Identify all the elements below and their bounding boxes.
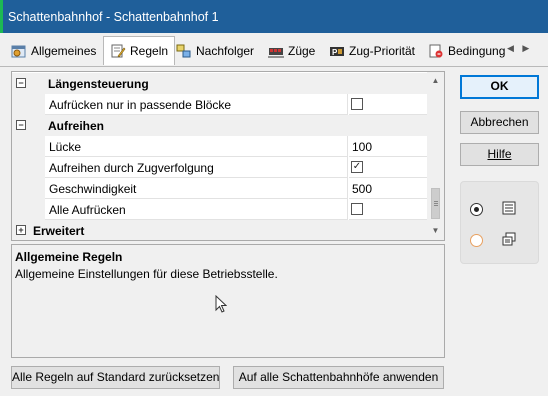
help-button[interactable]: Hilfe (460, 143, 539, 166)
property-value[interactable] (349, 94, 427, 115)
gear-window-icon (11, 44, 27, 58)
property-row[interactable]: Geschwindigkeit 500 (12, 178, 427, 199)
title-bar[interactable]: Schattenbahnhof - Schattenbahnhof 1 (0, 0, 548, 33)
property-grid[interactable]: − Längensteuerung Aufrücken nur in passe… (11, 71, 445, 241)
dialog-body: Allgemeines Regeln Nachfolger Züge P Zug… (0, 33, 548, 396)
category-laengensteuerung[interactable]: − Längensteuerung (12, 73, 427, 94)
successor-icon (176, 44, 192, 58)
property-value[interactable] (349, 199, 427, 220)
property-value[interactable]: 100 (349, 136, 427, 157)
tab-label: Bedingung (448, 44, 506, 58)
row-gutter (12, 94, 45, 115)
tab-label: Regeln (130, 44, 169, 58)
tab-bedingung[interactable]: Bedingung (428, 39, 505, 63)
mouse-cursor-icon (215, 295, 227, 313)
tab-zug-prioritaet[interactable]: P Zug-Priorität (329, 39, 415, 63)
tab-scroll-arrows[interactable]: ◀ ▶ (507, 43, 532, 54)
reset-rules-button[interactable]: Alle Regeln auf Standard zurücksetzen (11, 366, 220, 389)
apply-all-button[interactable]: Auf alle Schattenbahnhöfe anwenden (233, 366, 444, 389)
tab-divider (0, 66, 548, 67)
category-label: Längensteuerung (48, 77, 149, 91)
property-name: Aufreihen durch Zugverfolgung (45, 157, 348, 178)
tab-label: Nachfolger (196, 44, 255, 58)
property-row[interactable]: Alle Aufrücken (12, 199, 427, 220)
property-value[interactable]: ✓ (349, 157, 427, 178)
svg-text:P: P (332, 48, 338, 57)
property-name: Lücke (45, 136, 348, 157)
property-name: Aufrücken nur in passende Blöcke (45, 94, 348, 115)
tab-strip: Allgemeines Regeln Nachfolger Züge P Zug… (0, 36, 548, 67)
radio-list-view[interactable] (470, 203, 483, 216)
row-gutter (12, 199, 45, 220)
property-name: Alle Aufrücken (45, 199, 348, 220)
collapse-icon[interactable]: − (16, 120, 26, 130)
cancel-button[interactable]: Abbrechen (460, 111, 539, 134)
description-title: Allgemeine Regeln (15, 250, 123, 264)
property-value[interactable]: 500 (349, 178, 427, 199)
checkbox-checked[interactable]: ✓ (351, 161, 363, 173)
tab-nachfolger[interactable]: Nachfolger (176, 39, 254, 63)
window-edge (0, 0, 3, 33)
radio-tile-view[interactable] (470, 234, 483, 247)
scroll-down-icon[interactable]: ▼ (427, 223, 444, 239)
condition-icon (428, 44, 444, 58)
property-row[interactable]: Lücke 100 (12, 136, 427, 157)
tab-label: Züge (288, 44, 316, 58)
list-view-icon (502, 201, 516, 215)
row-gutter (12, 178, 45, 199)
category-label: Aufreihen (48, 119, 105, 133)
tab-allgemeines[interactable]: Allgemeines (11, 39, 96, 63)
description-text: Allgemeine Einstellungen für diese Betri… (15, 267, 278, 281)
scroll-up-icon[interactable]: ▲ (427, 73, 444, 89)
collapse-icon[interactable]: − (16, 78, 26, 88)
rules-edit-icon (110, 44, 126, 58)
property-row[interactable]: Aufrücken nur in passende Blöcke (12, 94, 427, 115)
expand-icon[interactable]: + (16, 225, 26, 235)
row-gutter (12, 136, 45, 157)
tab-label: Zug-Priorität (349, 44, 416, 58)
priority-icon: P (329, 44, 345, 58)
description-panel: Allgemeine Regeln Allgemeine Einstellung… (11, 244, 445, 358)
property-row[interactable]: Aufreihen durch Zugverfolgung ✓ (12, 157, 427, 178)
view-options (460, 181, 539, 264)
category-aufreihen[interactable]: − Aufreihen (12, 115, 427, 136)
help-label: Hilfe (487, 147, 512, 161)
category-erweitert[interactable]: + Erweitert (12, 220, 427, 240)
checkbox[interactable] (351, 203, 363, 215)
category-label: Erweitert (33, 224, 85, 238)
window-title: Schattenbahnhof - Schattenbahnhof 1 (8, 10, 219, 24)
tab-zuege[interactable]: Züge (268, 39, 315, 63)
checkbox[interactable] (351, 98, 363, 110)
ok-button[interactable]: OK (460, 75, 539, 99)
tab-regeln[interactable]: Regeln (103, 36, 176, 65)
tab-label: Allgemeines (31, 44, 97, 58)
row-gutter (12, 157, 45, 178)
trains-icon (268, 44, 284, 58)
scroll-thumb[interactable] (431, 188, 440, 219)
property-name: Geschwindigkeit (45, 178, 348, 199)
tile-view-icon (502, 232, 516, 246)
grid-scrollbar[interactable]: ▲ ▼ (427, 72, 444, 240)
